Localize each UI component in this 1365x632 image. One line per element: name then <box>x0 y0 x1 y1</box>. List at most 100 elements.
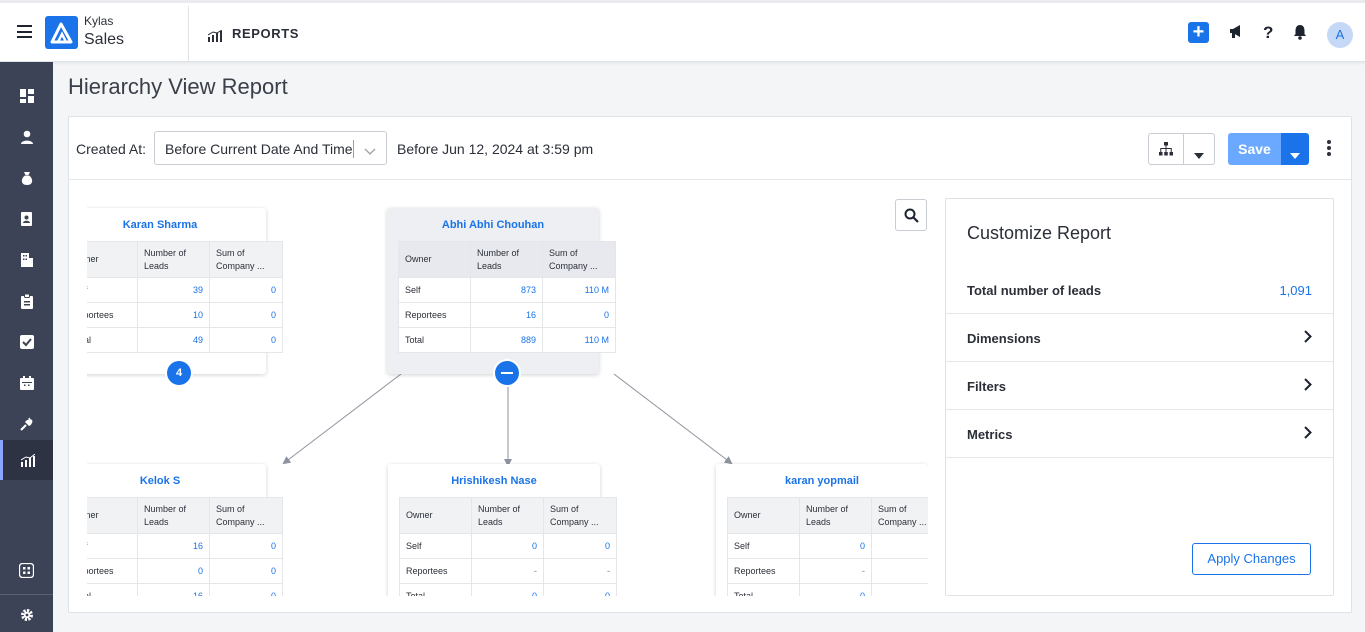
view-toggle-button[interactable] <box>1148 133 1215 165</box>
col-sum: Sum of Company ... <box>542 241 616 278</box>
svg-text:?: ? <box>1263 23 1273 41</box>
total-leads-row: Total number of leads 1,091 <box>946 266 1333 314</box>
cell-sum[interactable]: 0 <box>209 277 283 303</box>
hierarchy-tree[interactable]: Karan Sharma OwnerNumber of LeadsSum of … <box>87 181 928 596</box>
sidebar-item-calendar[interactable] <box>0 363 53 403</box>
metrics-row[interactable]: Metrics <box>946 410 1333 458</box>
cell-leads[interactable]: 49 <box>137 327 210 353</box>
card-user-name[interactable]: Karan Sharma <box>87 219 266 241</box>
filters-row[interactable]: Filters <box>946 362 1333 410</box>
cell-leads[interactable]: 10 <box>137 302 210 328</box>
sidebar-item-settings[interactable] <box>0 595 53 632</box>
plug-icon <box>19 417 32 431</box>
cell-sum[interactable]: 0 <box>209 533 283 559</box>
caret-down-icon[interactable] <box>1194 146 1204 164</box>
expand-count-badge[interactable]: 4 <box>167 361 191 385</box>
report-panel: Created At: Before Current Date And Time… <box>68 116 1352 613</box>
cell-leads[interactable]: 0 <box>799 533 872 559</box>
cell-leads[interactable]: 873 <box>470 277 543 303</box>
chevron-right-icon <box>1304 426 1312 444</box>
hierarchy-card-karan-sharma[interactable]: Karan Sharma OwnerNumber of LeadsSum of … <box>87 208 283 374</box>
cell-leads[interactable]: 16 <box>470 302 543 328</box>
chevron-right-icon <box>1304 330 1312 348</box>
filter-label: Created At: <box>76 141 147 157</box>
cell-sum[interactable]: 0 <box>209 583 283 596</box>
hamburger-menu-icon[interactable] <box>17 25 32 38</box>
col-sum: Sum of Company ... <box>543 497 617 534</box>
hierarchy-card-karan-yopmail[interactable]: karan yopmail Owner Number of Leads Sum of… <box>716 464 928 596</box>
cell-leads[interactable]: 16 <box>137 583 210 596</box>
more-options-icon[interactable] <box>1327 140 1333 156</box>
sidebar-item-clipboard[interactable] <box>0 281 53 321</box>
notification-bell-icon[interactable] <box>1292 23 1310 43</box>
tree-search-button[interactable] <box>895 199 927 231</box>
building-icon <box>20 253 33 267</box>
sidebar-item-integrations[interactable] <box>0 404 53 444</box>
quick-add-button[interactable]: + <box>1188 22 1209 43</box>
sidebar-item-tasks[interactable] <box>0 322 53 362</box>
hierarchy-card-abhi-abhi-chouhan[interactable]: Abhi Abhi Chouhan Owner Number of Leads Su… <box>387 208 616 374</box>
cell-sum[interactable]: 110 M <box>542 277 616 303</box>
top-bar: Kylas Sales REPORTS + ? A <box>0 0 1365 62</box>
clipboard-icon <box>20 293 33 309</box>
card-table: OwnerNumber of LeadsSum of Company ... S… <box>727 497 928 596</box>
col-owner: Owner <box>399 497 472 534</box>
card-table: OwnerNumber of LeadsSum of Company ... S… <box>87 241 283 353</box>
cell-sum[interactable]: 0 <box>209 302 283 328</box>
hierarchy-card-kelok-s[interactable]: Kelok S OwnerNumber of LeadsSum of Compa… <box>87 464 283 596</box>
cell-leads[interactable]: 16 <box>137 533 210 559</box>
cell-leads[interactable]: 0 <box>471 533 544 559</box>
page-title: Hierarchy View Report <box>68 74 288 99</box>
sidebar-item-dashboard[interactable] <box>0 76 53 116</box>
cell-sum[interactable]: 0 <box>543 583 617 596</box>
cell-leads[interactable]: 39 <box>137 277 210 303</box>
row-label: Self <box>399 533 472 559</box>
cell-leads[interactable]: 0 <box>137 558 210 584</box>
cell-sum[interactable]: 0 <box>542 302 616 328</box>
created-at-value: Before Current Date And Time <box>165 141 353 157</box>
announcement-icon[interactable] <box>1228 23 1246 43</box>
cell-leads[interactable]: 0 <box>471 583 544 596</box>
save-button[interactable]: Save <box>1228 133 1281 165</box>
row-label: Self <box>727 533 800 559</box>
cell-sum[interactable]: 0 <box>209 558 283 584</box>
cell-sum[interactable]: 0 <box>209 327 283 353</box>
button-divider <box>1183 134 1184 164</box>
sidebar-item-contacts[interactable] <box>0 117 53 157</box>
save-options-caret[interactable] <box>1281 133 1309 165</box>
card-user-name[interactable]: Kelok S <box>87 475 266 497</box>
created-at-select[interactable]: Before Current Date And Time <box>154 131 387 165</box>
sidebar-item-reports[interactable] <box>0 440 53 480</box>
cell-sum[interactable]: 0 <box>543 533 617 559</box>
col-owner: Owner <box>87 497 138 534</box>
filter-description: Before Jun 12, 2024 at 3:59 pm <box>397 141 594 157</box>
cell-sum[interactable]: 110 M <box>542 327 616 353</box>
dimensions-row[interactable]: Dimensions <box>946 314 1333 362</box>
chevron-down-icon <box>364 143 376 161</box>
collapse-button[interactable] <box>495 361 519 385</box>
row-label: Reportees <box>87 302 138 328</box>
col-leads: Number of Leads <box>799 497 872 534</box>
card-user-name[interactable]: Hrishikesh Nase <box>388 475 600 497</box>
user-avatar[interactable]: A <box>1327 22 1353 48</box>
cell-leads[interactable]: 0 <box>799 583 872 596</box>
card-table: OwnerNumber of LeadsSum of Company ... S… <box>87 497 283 596</box>
filters-label: Filters <box>967 379 1007 394</box>
sidebar-item-apps[interactable] <box>0 550 53 590</box>
apply-changes-button[interactable]: Apply Changes <box>1192 543 1311 575</box>
cell-sum[interactable] <box>871 583 928 596</box>
cell-leads[interactable]: 889 <box>470 327 543 353</box>
gear-icon <box>20 609 33 621</box>
chevron-right-icon <box>1304 378 1312 396</box>
card-user-name[interactable]: Abhi Abhi Chouhan <box>387 219 599 241</box>
sidebar-item-companies[interactable] <box>0 240 53 280</box>
sidebar-item-address-book[interactable] <box>0 199 53 239</box>
sidebar-item-deals[interactable] <box>0 158 53 198</box>
row-label: Total <box>87 583 138 596</box>
hierarchy-card-hrishikesh-nase[interactable]: Hrishikesh Nase Owner Number of Leads Sum … <box>388 464 617 596</box>
module-title: REPORTS <box>232 26 300 41</box>
kylas-logo-icon[interactable] <box>45 16 78 49</box>
cell-sum[interactable] <box>871 533 928 559</box>
help-icon[interactable]: ? <box>1261 23 1279 43</box>
card-user-name[interactable]: karan yopmail <box>716 475 928 497</box>
